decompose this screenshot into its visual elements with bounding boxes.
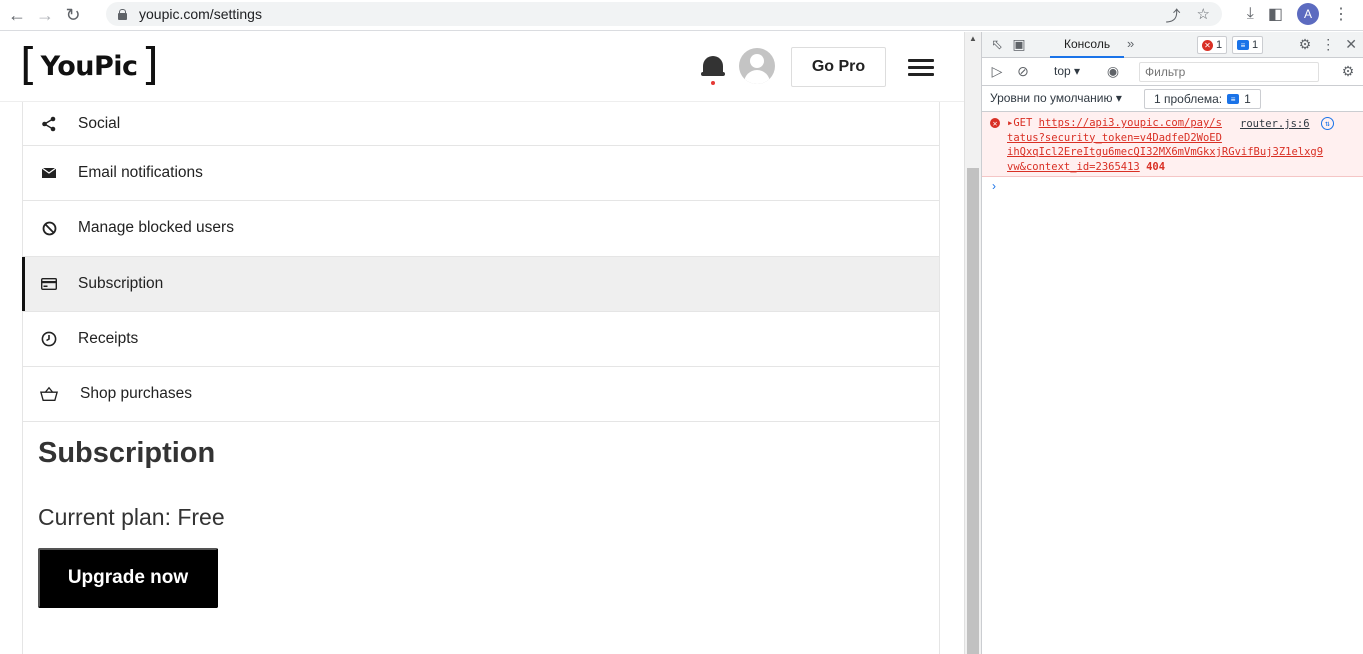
settings-item-manage-blocked-users[interactable]: Manage blocked users xyxy=(23,201,939,257)
info-count-badge[interactable]: ≡ 1 xyxy=(1232,36,1264,54)
console-settings-gear-icon[interactable]: ⚙ xyxy=(1337,63,1359,80)
inspect-element-icon[interactable]: ⬁ xyxy=(986,36,1008,53)
clock-icon xyxy=(40,330,58,348)
devtools-tabbar: ⬁ ▣ Консоль » ✕ 1 ≡ 1 ⚙ ⋮ ✕ xyxy=(982,32,1363,58)
sidebar-toggle-icon[interactable]: ▷ xyxy=(986,63,1008,80)
error-count-badge[interactable]: ✕ 1 xyxy=(1197,36,1228,54)
download-icon[interactable]: ⤓ xyxy=(1247,5,1254,23)
request-url-link-cont[interactable]: tatus?security_token=v4DadfeD2WoED xyxy=(1007,131,1347,146)
hamburger-menu-icon[interactable] xyxy=(908,59,934,77)
scrollbar-thumb[interactable] xyxy=(967,168,979,654)
current-plan-text: Current plan: Free xyxy=(38,504,225,530)
settings-item-label: Shop purchases xyxy=(80,385,193,403)
notification-bell-icon[interactable] xyxy=(701,54,725,85)
bookmark-star-icon[interactable]: ☆ xyxy=(1197,5,1210,26)
address-bar[interactable]: youpic.com/settings ⤴ ☆ xyxy=(106,2,1222,26)
device-toggle-icon[interactable]: ▣ xyxy=(1008,36,1030,53)
forward-arrow-icon[interactable]: → xyxy=(34,4,56,26)
browser-menu-icon[interactable]: ⋮ xyxy=(1333,4,1349,24)
settings-item-social[interactable]: Social xyxy=(23,102,939,146)
more-tabs-icon[interactable]: » xyxy=(1127,36,1134,51)
share-page-icon[interactable]: ⤴ xyxy=(1166,5,1181,26)
basket-icon xyxy=(40,385,58,403)
settings-item-label: Manage blocked users xyxy=(78,219,234,237)
side-panel-icon[interactable]: ◧ xyxy=(1268,4,1283,24)
lock-icon[interactable] xyxy=(118,8,127,20)
block-icon xyxy=(40,219,58,237)
devtools-panel: ⬁ ▣ Консоль » ✕ 1 ≡ 1 ⚙ ⋮ ✕ ▷ ⊘ top ▾ ◉ … xyxy=(981,32,1363,654)
clear-console-icon[interactable]: ⊘ xyxy=(1012,63,1034,80)
page-viewport: [ YouPic ] Go Pro Social Email notificat… xyxy=(0,32,964,654)
user-avatar[interactable] xyxy=(739,48,775,84)
url-text[interactable]: youpic.com/settings xyxy=(139,6,262,22)
context-selector[interactable]: top ▾ xyxy=(1054,64,1080,78)
settings-gear-icon[interactable]: ⚙ xyxy=(1299,36,1312,53)
log-levels-dropdown[interactable]: Уровни по умолчанию ▾ xyxy=(990,91,1122,105)
issue-icon: ≡ xyxy=(1227,94,1240,104)
settings-item-receipts[interactable]: Receipts xyxy=(23,312,939,368)
card-icon xyxy=(40,275,58,293)
settings-item-shop-purchases[interactable]: Shop purchases xyxy=(23,367,939,423)
settings-item-label: Subscription xyxy=(78,274,164,292)
live-expression-eye-icon[interactable]: ◉ xyxy=(1102,63,1124,80)
share-icon xyxy=(40,115,58,133)
tab-console[interactable]: Консоль xyxy=(1050,32,1125,58)
settings-item-label: Receipts xyxy=(78,330,139,348)
go-pro-button[interactable]: Go Pro xyxy=(791,47,886,87)
source-link[interactable]: router.js:6 xyxy=(1240,118,1310,130)
settings-item-subscription[interactable]: Subscription xyxy=(22,256,939,312)
devtools-menu-icon[interactable]: ⋮ xyxy=(1321,36,1335,53)
status-code: 404 xyxy=(1146,160,1166,173)
levels-bar: Уровни по умолчанию ▾ 1 проблема: ≡ 1 xyxy=(982,86,1363,112)
console-toolbar: ▷ ⊘ top ▾ ◉ ⚙ xyxy=(982,58,1363,86)
settings-item-label: Email notifications xyxy=(78,164,203,182)
settings-item-email-notifications[interactable]: Email notifications xyxy=(23,146,939,202)
network-request-icon[interactable]: ⇅ xyxy=(1321,117,1334,130)
request-url-link[interactable]: https://api3.youpic.com/pay/s xyxy=(1039,117,1222,129)
section-title: Subscription xyxy=(38,437,216,469)
issues-button[interactable]: 1 проблема: ≡ 1 xyxy=(1144,89,1261,109)
console-error-message[interactable]: ✕ ▸GET https://api3.youpic.com/pay/s tat… xyxy=(982,112,1363,177)
console-prompt-chevron-icon[interactable]: › xyxy=(992,179,996,193)
upgrade-now-button[interactable]: Upgrade now xyxy=(38,548,218,608)
back-arrow-icon[interactable]: ← xyxy=(6,4,28,26)
scroll-up-arrow-icon[interactable]: ▲ xyxy=(969,34,977,43)
browser-toolbar: ← → ↻ youpic.com/settings ⤴ ☆ ⤓ ◧ A ⋮ xyxy=(0,0,1363,31)
site-header: [ YouPic ] Go Pro xyxy=(0,32,964,102)
request-url-link-cont[interactable]: vw&context_id=2365413 xyxy=(1007,161,1140,173)
settings-item-label: Social xyxy=(78,114,121,132)
notification-dot xyxy=(711,81,715,85)
request-url-link-cont[interactable]: ihQxqIcl2EreItgu6mecQI32MX6mVmGkxjRGvifB… xyxy=(1007,145,1347,160)
page-scrollbar[interactable]: ▲ xyxy=(964,32,981,654)
console-filter-input[interactable] xyxy=(1139,62,1319,82)
error-icon: ✕ xyxy=(1202,39,1213,51)
message-icon: ≡ xyxy=(1237,40,1249,50)
mail-icon xyxy=(40,164,58,182)
close-devtools-icon[interactable]: ✕ xyxy=(1345,36,1357,53)
reload-icon[interactable]: ↻ xyxy=(62,4,84,26)
error-icon: ✕ xyxy=(990,118,1000,128)
profile-avatar[interactable]: A xyxy=(1297,3,1319,25)
youpic-logo[interactable]: [ YouPic ] xyxy=(20,42,159,88)
